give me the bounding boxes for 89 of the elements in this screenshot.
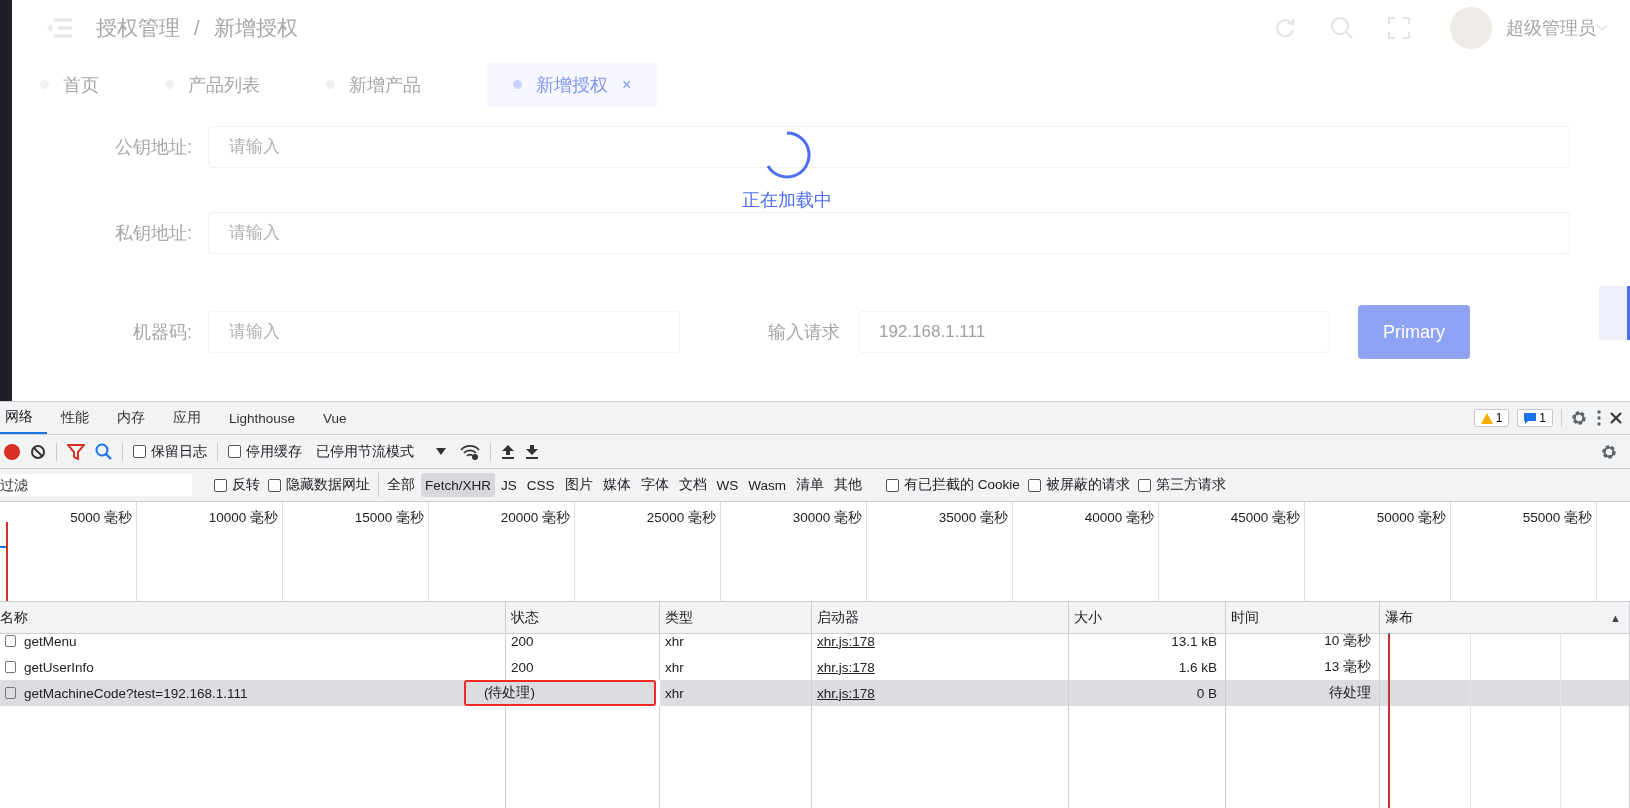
message-badge[interactable]: 1 — [1517, 409, 1553, 427]
filter-type-button[interactable]: 其他 — [830, 473, 867, 497]
warning-icon — [1480, 412, 1493, 424]
initiator-link[interactable]: xhr.js:178 — [817, 633, 875, 649]
column-header[interactable]: 时间 — [1231, 608, 1259, 627]
initiator-link[interactable]: xhr.js:178 — [817, 659, 875, 675]
devtools-tab[interactable]: 应用 — [159, 402, 215, 434]
timeline-request-bar — [0, 546, 6, 548]
timeline-tick-label: 25000 毫秒 — [646, 510, 716, 525]
column-header[interactable]: 状态 — [511, 608, 539, 627]
document-icon — [5, 661, 16, 673]
column-header[interactable]: 瀑布 — [1385, 608, 1413, 627]
message-icon — [1524, 412, 1537, 424]
timeline-tick-label: 5000 毫秒 — [70, 510, 132, 525]
column-header[interactable]: 启动器 — [817, 608, 859, 627]
side-tab[interactable] — [1599, 286, 1630, 340]
devtools-tab[interactable]: 性能 — [47, 402, 103, 434]
input-field[interactable]: 请输入 — [208, 311, 680, 353]
timeline-tick-label: 45000 毫秒 — [1230, 510, 1300, 525]
request-name[interactable]: getUserInfo — [24, 659, 94, 675]
caret-icon — [436, 448, 446, 455]
download-icon[interactable] — [525, 444, 539, 459]
settings-icon[interactable] — [1570, 409, 1588, 427]
checkbox[interactable]: 被屏蔽的请求 — [1027, 476, 1130, 494]
timeline-tick-label: 20000 毫秒 — [500, 510, 570, 525]
clear-icon[interactable] — [30, 443, 46, 460]
field-label: 公钥地址: — [114, 136, 193, 159]
table-cell: (待处理) — [464, 680, 656, 706]
sort-indicator[interactable]: ▲ — [1610, 611, 1621, 624]
checkbox[interactable]: 有已拦截的 Cookie — [886, 476, 1020, 494]
search-icon[interactable] — [95, 443, 112, 460]
warning-badge[interactable]: 1 — [1473, 409, 1510, 427]
timeline-tick-label: 15000 毫秒 — [354, 510, 424, 525]
settings-icon[interactable] — [1600, 442, 1618, 461]
checkbox[interactable]: 第三方请求 — [1137, 476, 1226, 494]
timeline-tick-label: 50000 毫秒 — [1376, 510, 1446, 525]
checkbox[interactable]: 停用缓存 — [228, 442, 302, 461]
table-cell: xhr — [660, 680, 812, 706]
close-icon[interactable] — [1610, 412, 1622, 424]
filter-type-button[interactable]: 文档 — [674, 473, 711, 497]
more-options-icon[interactable] — [1596, 410, 1602, 426]
filter-type-button[interactable]: WS — [712, 473, 743, 497]
table-cell: xhr — [660, 628, 812, 654]
table-cell: 13.1 kB — [1069, 628, 1226, 654]
field-label: 输入请求 — [767, 321, 841, 344]
document-icon — [5, 635, 16, 647]
filter-type-button[interactable]: JS — [497, 473, 521, 497]
table-cell: 0 B — [1069, 680, 1226, 706]
filter-type-button[interactable]: 媒体 — [598, 473, 635, 497]
input-field[interactable]: 请输入 — [208, 126, 1570, 168]
filter-type-button[interactable]: CSS — [522, 473, 559, 497]
field-label: 机器码: — [132, 321, 193, 344]
devtools-tab[interactable]: Vue — [309, 402, 361, 434]
request-name[interactable]: getMenu — [24, 633, 77, 649]
input-field[interactable]: 请输入 — [208, 212, 1570, 254]
filter-icon[interactable] — [67, 443, 85, 460]
filter-type-button[interactable]: 字体 — [636, 473, 673, 497]
filter-type-button[interactable]: 清单 — [792, 473, 829, 497]
loading-text: 正在加载中 — [742, 189, 832, 212]
column-header[interactable]: 类型 — [665, 608, 693, 627]
field-label: 私钥地址: — [114, 222, 193, 245]
filter-type-button[interactable]: Fetch/XHR — [421, 473, 496, 497]
timeline-tick-label: 10000 毫秒 — [208, 510, 278, 525]
checkbox[interactable]: 隐藏数据网址 — [268, 476, 370, 494]
network-conditions-icon[interactable] — [460, 443, 480, 460]
timeline-tick-label: 55000 毫秒 — [1522, 510, 1592, 525]
timeline-tick-label: 30000 毫秒 — [792, 510, 862, 525]
breadcrumb-separator: / — [194, 16, 200, 40]
filter-type-button[interactable]: Wasm — [744, 473, 791, 497]
devtools-tab[interactable]: 内存 — [103, 402, 159, 434]
devtools-tab[interactable]: Lighthouse — [215, 402, 310, 434]
table-cell: 待处理 — [1226, 680, 1380, 706]
column-header[interactable]: 大小 — [1074, 608, 1102, 627]
column-header[interactable]: 名称 — [0, 608, 28, 627]
record-button[interactable] — [4, 443, 20, 460]
filter-field[interactable]: 过滤 — [0, 474, 192, 496]
table-cell: 200 — [506, 628, 660, 654]
request-name[interactable]: getMachineCode?test=192.168.1.111 — [24, 685, 248, 701]
checkbox[interactable]: 反转 — [214, 476, 260, 494]
initiator-link[interactable]: xhr.js:178 — [817, 685, 875, 701]
throttle-dropdown[interactable]: 已停用节流模式 — [312, 439, 450, 464]
filter-type-button[interactable]: 全部 — [383, 473, 419, 497]
timeline-tick-label: 35000 毫秒 — [938, 510, 1008, 525]
filter-type-button[interactable]: 图片 — [560, 473, 597, 497]
timeline-tick-label: 40000 毫秒 — [1084, 510, 1154, 525]
upload-icon[interactable] — [501, 444, 515, 459]
document-icon — [5, 687, 16, 699]
checkbox[interactable]: 保留日志 — [133, 442, 207, 461]
table-cell: 10 毫秒 — [1226, 628, 1380, 654]
